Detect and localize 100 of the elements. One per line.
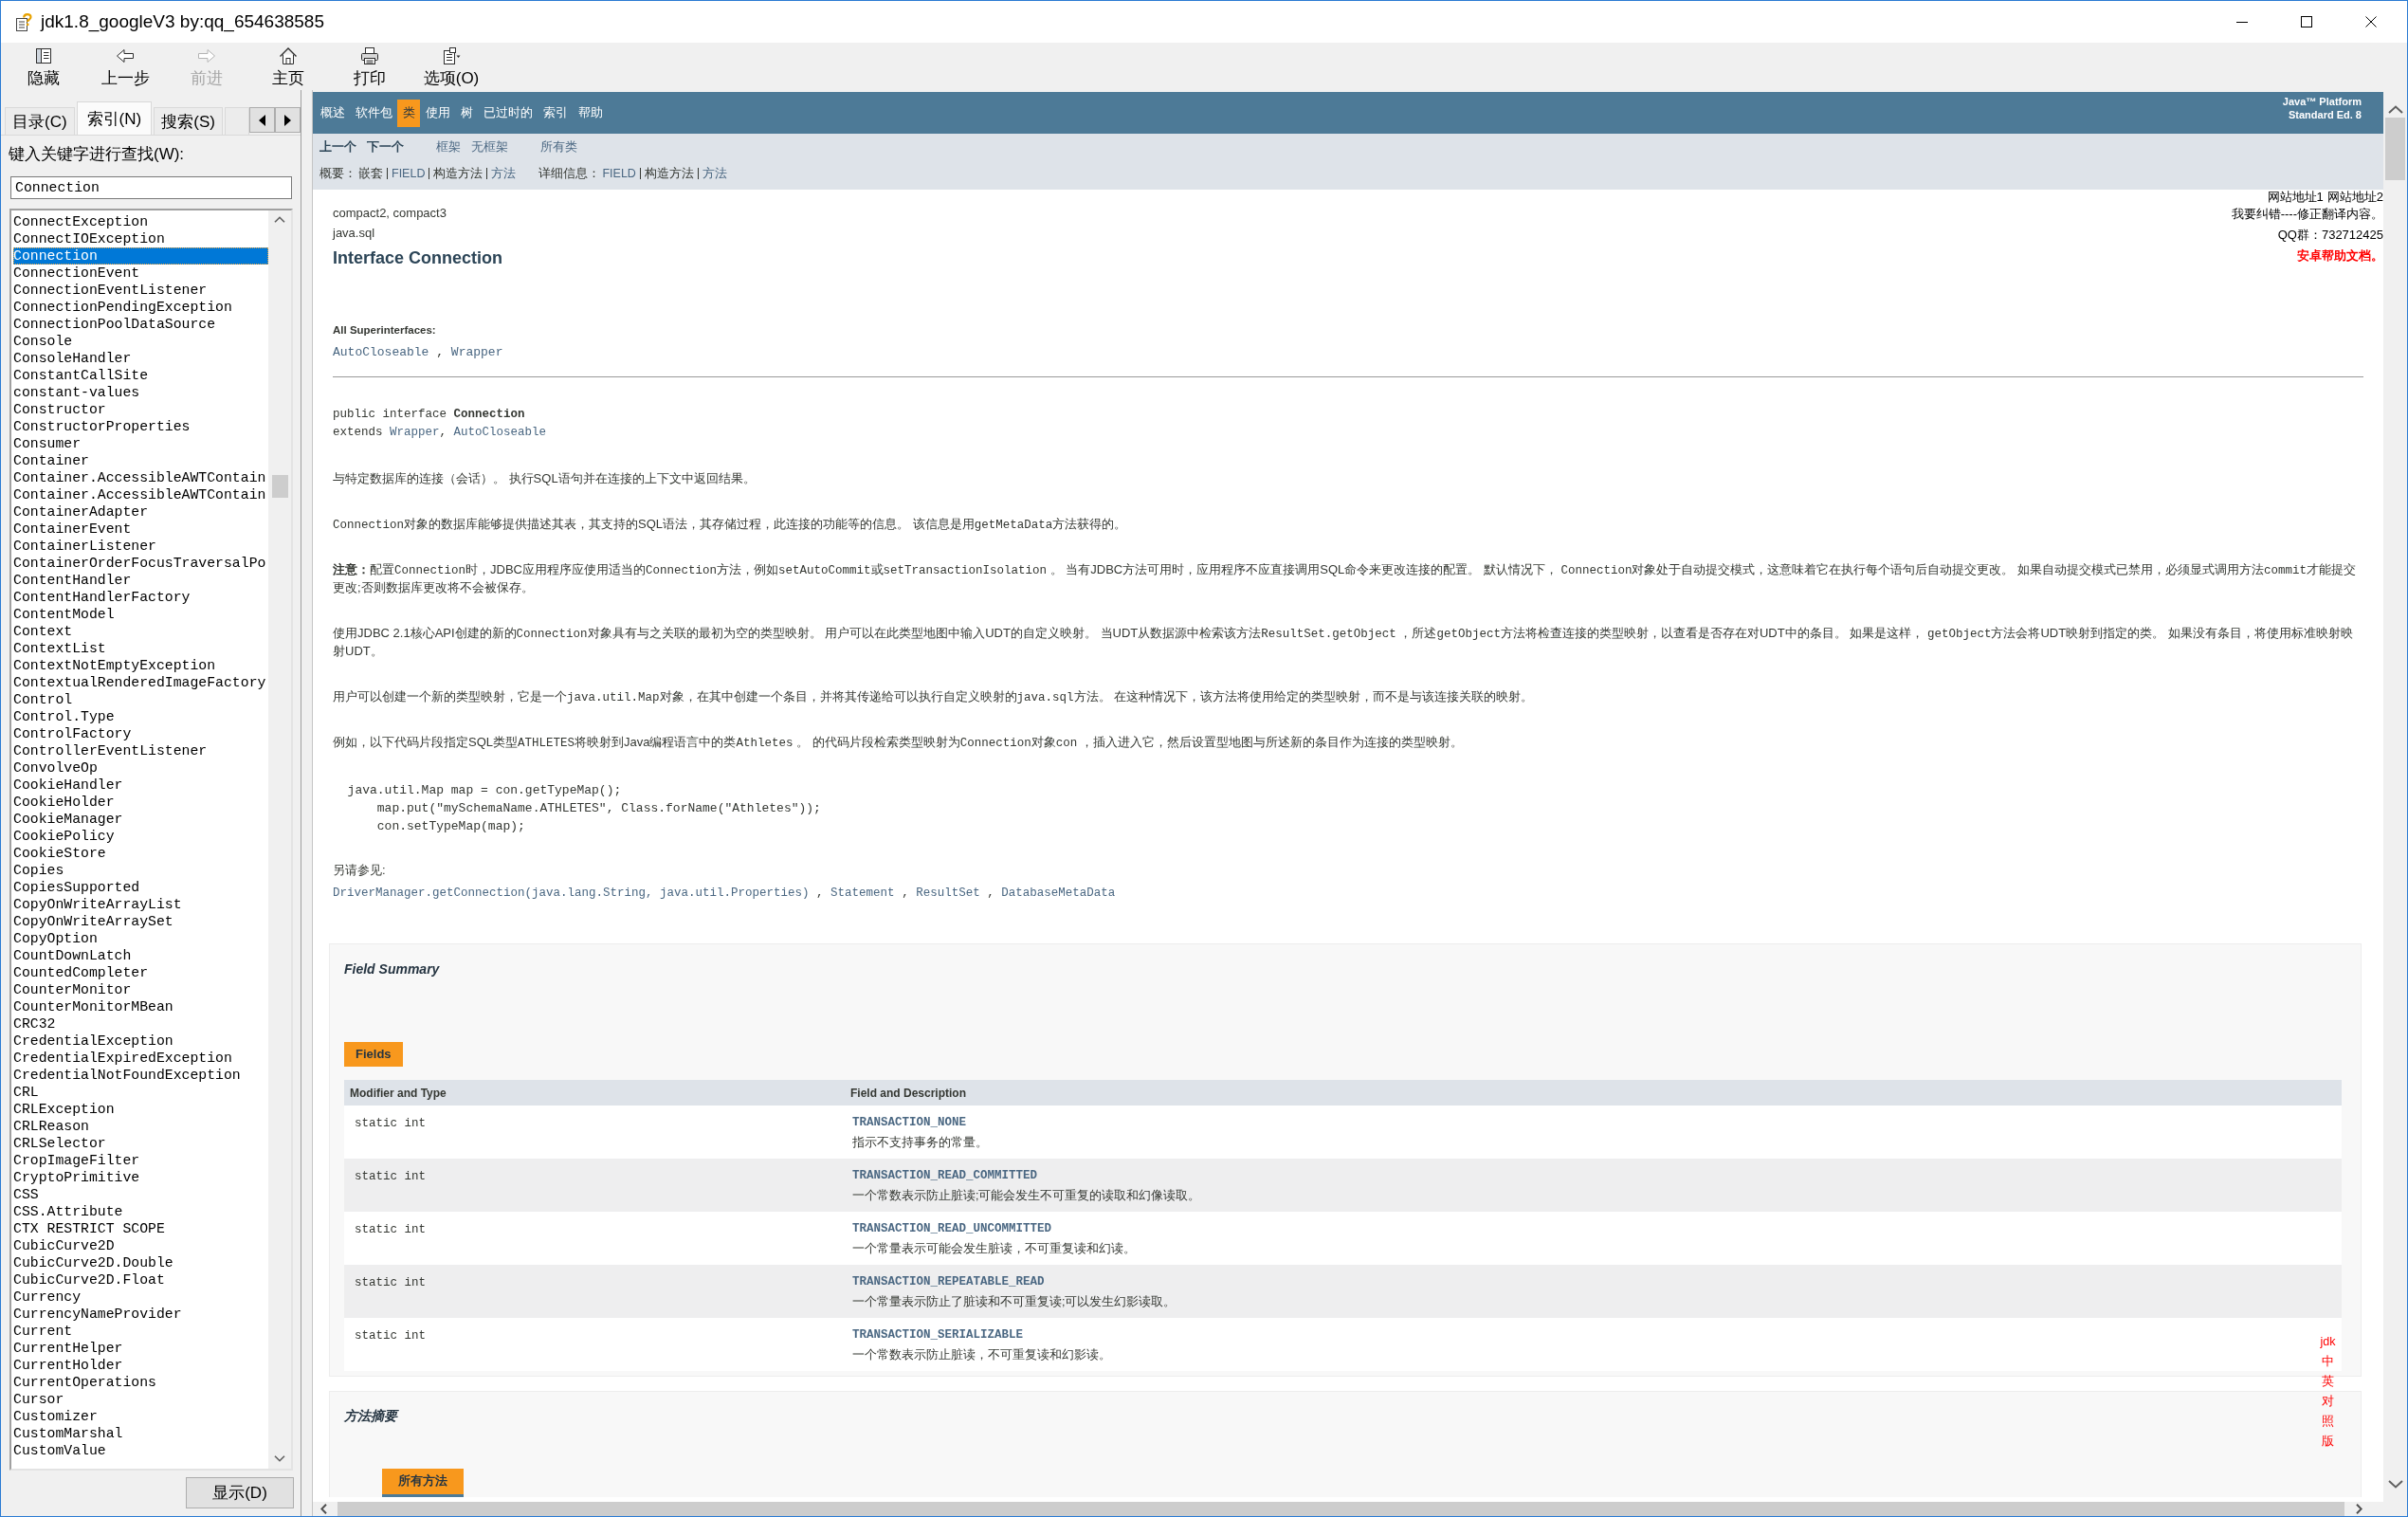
list-item[interactable]: Constructor	[13, 401, 268, 418]
type-link[interactable]: DatabaseMetaData	[1001, 886, 1116, 900]
list-item[interactable]: ContentHandler	[13, 572, 268, 589]
tab[interactable]: 索引(N)	[76, 101, 153, 135]
list-item[interactable]: Customizer	[13, 1408, 268, 1425]
list-item[interactable]: ConnectionEventListener	[13, 282, 268, 299]
list-item[interactable]: CropImageFilter	[13, 1152, 268, 1169]
list-item[interactable]: ConstructorProperties	[13, 418, 268, 435]
list-item[interactable]: ContentModel	[13, 606, 268, 623]
list-item[interactable]: CRLSelector	[13, 1135, 268, 1152]
list-item[interactable]: Control	[13, 691, 268, 708]
list-item[interactable]: ConnectIOException	[13, 230, 268, 247]
list-item[interactable]: CurrentOperations	[13, 1374, 268, 1391]
scrollbar[interactable]	[268, 210, 291, 1469]
list-item[interactable]: Container.AccessibleAWTContain	[13, 486, 268, 503]
list-item[interactable]: ConnectionPendingException	[13, 299, 268, 316]
list-item[interactable]: CubicCurve2D.Float	[13, 1271, 268, 1289]
constant-link[interactable]: TRANSACTION_READ_COMMITTED	[852, 1168, 1038, 1184]
nav-link[interactable]: 下一个	[367, 139, 404, 155]
list-item[interactable]: Control.Type	[13, 708, 268, 725]
list-item[interactable]: ContextList	[13, 640, 268, 657]
nav-link[interactable]: FIELD	[602, 166, 636, 181]
type-link[interactable]: ResultSet	[916, 886, 980, 900]
list-item[interactable]: CTX RESTRICT SCOPE	[13, 1220, 268, 1237]
list-item[interactable]: CredentialException	[13, 1033, 268, 1050]
list-item[interactable]: CounterMonitor	[13, 981, 268, 998]
type-link[interactable]: AutoCloseable	[333, 345, 429, 359]
list-item[interactable]: constant-values	[13, 384, 268, 401]
type-link[interactable]: AutoCloseable	[453, 426, 547, 439]
nav-link[interactable]: 使用	[420, 99, 455, 127]
list-item[interactable]: ConsoleHandler	[13, 350, 268, 367]
list-item[interactable]: Current	[13, 1323, 268, 1340]
list-item[interactable]: ContainerAdapter	[13, 503, 268, 521]
tab[interactable]: 搜索(S)	[154, 107, 223, 135]
list-item[interactable]: ControlFactory	[13, 725, 268, 742]
toolbar-button[interactable]: 上一步	[84, 43, 166, 90]
nav-link[interactable]: 索引	[538, 99, 573, 127]
list-item[interactable]: Container.AccessibleAWTContain	[13, 469, 268, 486]
list-item[interactable]: ContainerOrderFocusTraversalPo	[13, 555, 268, 572]
scroll-right-button[interactable]	[275, 107, 301, 133]
nav-link[interactable]: 上一个	[319, 139, 356, 155]
list-item[interactable]: ConvolveOp	[13, 759, 268, 777]
list-item[interactable]: CRLReason	[13, 1118, 268, 1135]
list-item[interactable]: Copies	[13, 862, 268, 879]
list-item[interactable]: CountDownLatch	[13, 947, 268, 964]
nav-link[interactable]: FIELD	[392, 166, 426, 181]
toolbar-button[interactable]: 主页	[247, 43, 329, 90]
list-item[interactable]: CounterMonitorMBean	[13, 998, 268, 1015]
nav-link[interactable]: 软件包	[350, 99, 397, 127]
display-button[interactable]: 显示(D)	[186, 1477, 294, 1508]
list-item[interactable]: CopyOption	[13, 930, 268, 947]
nav-link[interactable]: 树	[455, 99, 478, 127]
nav-link[interactable]: 方法	[702, 166, 727, 181]
toolbar-button[interactable]: 选项(O)	[410, 43, 492, 90]
list-item[interactable]: CopyOnWriteArrayList	[13, 896, 268, 913]
list-item[interactable]: ConstantCallSite	[13, 367, 268, 384]
list-item[interactable]: CSS	[13, 1186, 268, 1203]
constant-link[interactable]: TRANSACTION_SERIALIZABLE	[852, 1327, 1024, 1343]
list-item[interactable]: Context	[13, 623, 268, 640]
search-field[interactable]: Connection	[10, 176, 292, 199]
list-item[interactable]: Cursor	[13, 1391, 268, 1408]
type-link[interactable]: Wrapper	[450, 345, 503, 359]
nav-link[interactable]: 方法	[491, 166, 517, 181]
tab[interactable]: 所有方法	[382, 1469, 464, 1497]
list-item[interactable]: CopiesSupported	[13, 879, 268, 896]
list-item[interactable]: CredentialNotFoundException	[13, 1067, 268, 1084]
nav-link[interactable]: 所有类	[540, 139, 577, 155]
list-item[interactable]: CustomValue	[13, 1442, 268, 1459]
list-item[interactable]: CredentialExpiredException	[13, 1050, 268, 1067]
list-item[interactable]: CopyOnWriteArraySet	[13, 913, 268, 930]
list-item[interactable]: CurrentHolder	[13, 1357, 268, 1374]
list-item[interactable]: ConnectionEvent	[13, 265, 268, 282]
list-item[interactable]: CurrencyNameProvider	[13, 1306, 268, 1323]
list-item[interactable]: CookiePolicy	[13, 828, 268, 845]
list-item[interactable]: Console	[13, 333, 268, 350]
scroll-left-button[interactable]	[249, 107, 275, 133]
list-item[interactable]: CRLException	[13, 1101, 268, 1118]
list-item[interactable]: Consumer	[13, 435, 268, 452]
list-item[interactable]: CRC32	[13, 1015, 268, 1033]
list-item[interactable]: ConnectionPoolDataSource	[13, 316, 268, 333]
nav-link[interactable]: 类	[397, 99, 420, 127]
type-link[interactable]: DriverManager.getConnection(java.lang.String, java.util.Properties)	[333, 886, 810, 900]
list-item[interactable]: Connection	[13, 247, 268, 265]
nav-link[interactable]: 框架	[436, 139, 461, 155]
type-link[interactable]: Statement	[830, 886, 895, 900]
toolbar-button[interactable]: 隐藏	[3, 43, 84, 90]
list-item[interactable]: CurrentHelper	[13, 1340, 268, 1357]
nav-link[interactable]: 帮助	[573, 99, 608, 127]
note-link[interactable]: 我要纠错----修正翻译内容。	[2231, 204, 2383, 225]
list-item[interactable]: ControllerEventListener	[13, 742, 268, 759]
nav-link[interactable]: 概述	[315, 99, 350, 127]
list-item[interactable]: CookieHandler	[13, 777, 268, 794]
scroll-thumb[interactable]	[271, 475, 288, 498]
list-item[interactable]: CountedCompleter	[13, 964, 268, 981]
list-item[interactable]: CRL	[13, 1084, 268, 1101]
list-item[interactable]: CookieHolder	[13, 794, 268, 811]
constant-link[interactable]: TRANSACTION_READ_UNCOMMITTED	[852, 1221, 1052, 1237]
list-item[interactable]: ContainerEvent	[13, 521, 268, 538]
list-item[interactable]: CubicCurve2D	[13, 1237, 268, 1254]
list-item[interactable]: ContentHandlerFactory	[13, 589, 268, 606]
